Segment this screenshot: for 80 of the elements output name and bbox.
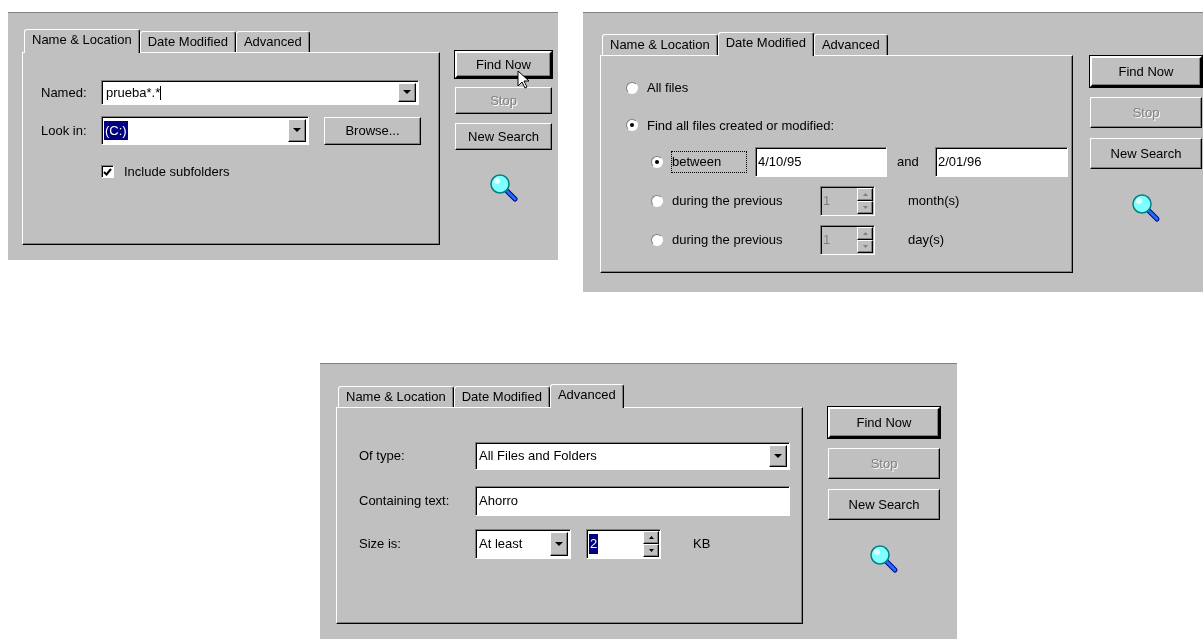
search-icon	[488, 173, 519, 203]
tab[interactable]: Name & Location	[338, 386, 454, 407]
up-arrow-icon	[862, 232, 868, 235]
field-label: Containing text:	[359, 492, 451, 511]
combo-box[interactable]: (C:)	[101, 116, 309, 145]
tab[interactable]: Date Modified	[453, 386, 550, 407]
down-arrow-icon	[862, 245, 868, 248]
combo-box[interactable]: At least	[475, 529, 571, 559]
spin-up-button[interactable]	[857, 227, 873, 240]
spin-up-button[interactable]	[857, 188, 873, 201]
tab[interactable]: Name & Location	[24, 29, 140, 53]
checkbox[interactable]	[101, 165, 114, 179]
radio-label: during the previous	[672, 231, 784, 250]
combo-box[interactable]: All Files and Folders	[475, 442, 790, 470]
action-button[interactable]: Find Now	[828, 407, 940, 438]
spin-box[interactable]: 2	[586, 529, 661, 559]
dropdown-arrow-icon	[774, 453, 782, 459]
text-field[interactable]: Ahorro	[475, 486, 790, 516]
spin-up-button[interactable]	[643, 531, 659, 544]
field-value: All Files and Folders	[478, 447, 598, 466]
tab[interactable]: Advanced	[813, 34, 888, 55]
date-field[interactable]: 2/01/96	[935, 147, 1068, 177]
radio-button[interactable]	[651, 234, 663, 246]
tab[interactable]: Date Modified	[139, 31, 236, 52]
down-arrow-icon	[648, 549, 654, 552]
radio-button[interactable]	[626, 81, 638, 94]
field-value: 2/01/96	[938, 153, 982, 172]
dropdown-arrow-icon	[293, 128, 301, 133]
date-field[interactable]: 4/10/95	[755, 147, 887, 177]
and-label: and	[897, 153, 920, 172]
spin-down-button[interactable]	[643, 544, 659, 557]
dropdown-button[interactable]	[398, 83, 416, 102]
action-button[interactable]: New Search	[828, 489, 940, 520]
unit-label: day(s)	[908, 231, 945, 250]
unit-label: KB	[693, 535, 711, 554]
field-value: (C:)	[104, 120, 128, 141]
down-arrow-icon	[862, 206, 868, 209]
field-value: prueba*.*	[105, 83, 161, 102]
radio-button[interactable]	[651, 156, 663, 168]
radio-label: during the previous	[672, 192, 784, 211]
dropdown-button[interactable]	[550, 532, 568, 556]
field-value: At least	[478, 535, 524, 554]
field-label: Look in:	[41, 121, 88, 140]
spin-down-button[interactable]	[857, 201, 873, 214]
radio-button[interactable]	[626, 119, 638, 132]
browse-button[interactable]: Browse...	[324, 116, 421, 145]
field-value: 1	[823, 231, 831, 250]
checkbox-label: Include subfolders	[124, 163, 230, 181]
dropdown-button[interactable]	[288, 119, 306, 142]
checkmark-icon	[103, 167, 112, 176]
field-value: 4/10/95	[758, 153, 802, 172]
up-arrow-icon	[862, 193, 868, 196]
tab[interactable]: Date Modified	[717, 32, 814, 56]
action-button[interactable]: Find Now	[455, 51, 552, 78]
field-label: Of type:	[359, 447, 406, 466]
spin-down-button[interactable]	[857, 240, 873, 253]
field-value: 1	[823, 192, 831, 211]
unit-label: month(s)	[908, 192, 960, 211]
search-icon	[869, 544, 899, 574]
radio-label: Find all files created or modified:	[647, 116, 835, 135]
dropdown-button[interactable]	[769, 445, 787, 467]
tab[interactable]: Name & Location	[602, 34, 718, 55]
radio-label: All files	[647, 79, 689, 97]
action-button[interactable]: Find Now	[1090, 56, 1202, 87]
dropdown-arrow-icon	[555, 541, 563, 547]
mouse-cursor-icon	[517, 70, 529, 89]
radio-label: between	[672, 152, 746, 172]
field-label: Named:	[41, 83, 88, 102]
search-icon	[1131, 193, 1161, 223]
field-label: Size is:	[359, 535, 402, 554]
tab[interactable]: Advanced	[549, 384, 624, 408]
field-value: Ahorro	[479, 492, 519, 511]
field-value: 2	[589, 534, 599, 554]
action-button[interactable]: New Search	[455, 123, 552, 150]
dropdown-arrow-icon	[403, 90, 411, 95]
up-arrow-icon	[648, 536, 654, 539]
combo-box[interactable]: prueba*.*	[101, 80, 419, 105]
radio-button[interactable]	[651, 195, 663, 207]
tab[interactable]: Advanced	[235, 31, 310, 52]
action-button[interactable]: New Search	[1090, 138, 1202, 169]
